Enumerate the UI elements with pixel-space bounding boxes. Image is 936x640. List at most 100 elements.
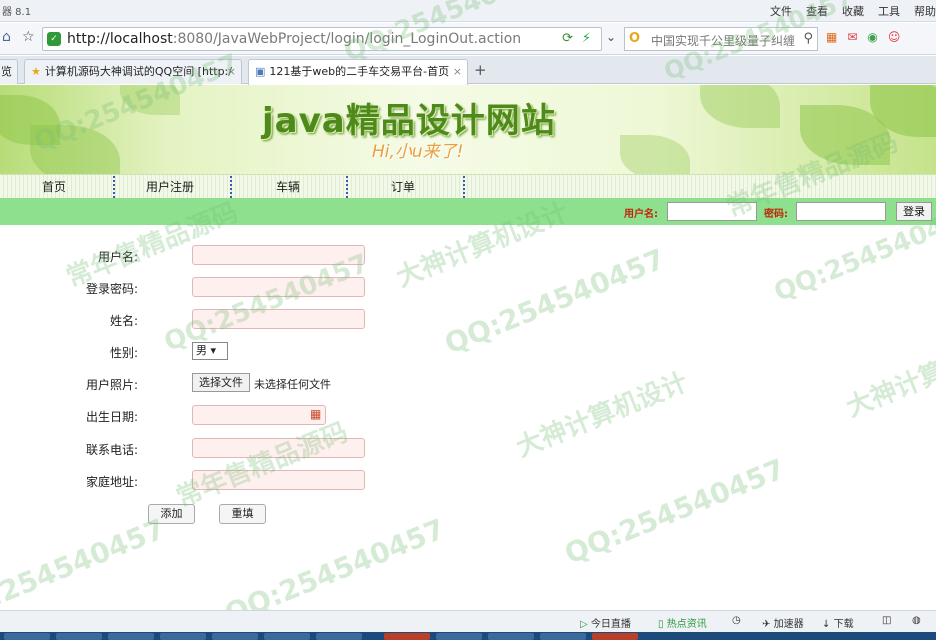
rocket-icon: ✈ bbox=[762, 619, 771, 630]
search-text: 中国实现千公里级量子纠缠 bbox=[651, 34, 796, 48]
nav-divider bbox=[463, 176, 465, 198]
phone-icon: ▯ bbox=[658, 619, 664, 630]
news-link[interactable]: ▯ 热点资讯 bbox=[658, 615, 707, 630]
phone-input[interactable] bbox=[192, 438, 365, 458]
login-username-label: 用户名: bbox=[624, 209, 658, 220]
taskbar-item[interactable] bbox=[56, 633, 102, 640]
add-button[interactable]: 添加 bbox=[148, 504, 195, 524]
play-icon: ▷ bbox=[580, 619, 588, 630]
nav-vehicles[interactable]: 车辆 bbox=[230, 178, 346, 195]
search-engine-icon[interactable]: O bbox=[629, 31, 640, 46]
site-title: java精品设计网站 bbox=[262, 101, 556, 141]
calendar-icon[interactable]: ▦ bbox=[310, 407, 321, 421]
birthday-label: 出生日期: bbox=[85, 410, 138, 424]
browser-titlebar: 器 8.1 文件 查看 收藏 工具 帮助 bbox=[0, 0, 936, 22]
url-text: http://localhost:8080/JavaWebProject/log… bbox=[67, 31, 522, 47]
taskbar-item[interactable] bbox=[4, 633, 50, 640]
name-input[interactable] bbox=[192, 309, 365, 329]
name-label: 姓名: bbox=[109, 314, 138, 328]
os-taskbar bbox=[0, 632, 936, 640]
live-link[interactable]: ▷ 今日直播 bbox=[580, 615, 631, 630]
search-icon[interactable]: ⚲ bbox=[803, 31, 813, 46]
nav-home[interactable]: 首页 bbox=[0, 178, 112, 195]
browser-menu: 文件 查看 收藏 工具 帮助 bbox=[770, 3, 936, 19]
taskbar-item[interactable] bbox=[264, 633, 310, 640]
form-row-username: 用户名: bbox=[0, 245, 600, 267]
taskbar-item[interactable] bbox=[160, 633, 206, 640]
tab-previous[interactable]: 览 bbox=[0, 59, 18, 84]
window-icon[interactable]: ◫ bbox=[882, 615, 891, 626]
search-field[interactable]: O 中国实现千公里级量子纠缠 ⚲ bbox=[624, 27, 818, 51]
taskbar-item[interactable] bbox=[108, 633, 154, 640]
username-input[interactable] bbox=[192, 245, 365, 265]
birthday-input[interactable] bbox=[192, 405, 326, 425]
mail-icon[interactable]: ✉ bbox=[847, 30, 857, 44]
form-row-photo: 用户照片: 选择文件 未选择任何文件 bbox=[0, 373, 600, 395]
toolbar-icons: ▦ ✉ ◉ ☺ bbox=[826, 30, 900, 44]
apps-icon[interactable]: ▦ bbox=[826, 30, 837, 44]
form-row-birthday: 出生日期: ▦ bbox=[0, 405, 600, 427]
password-input[interactable] bbox=[192, 277, 365, 297]
nav-orders[interactable]: 订单 bbox=[345, 178, 461, 195]
site-banner: java精品设计网站 Hi,小u来了! bbox=[0, 85, 936, 174]
taskbar-item[interactable] bbox=[592, 633, 638, 640]
tab-qq-space[interactable]: ★ 计算机源码大神调试的QQ空间 [http:/ × bbox=[24, 59, 242, 84]
menu-help[interactable]: 帮助 bbox=[914, 3, 936, 19]
login-bar: 用户名: 密码: 登录 bbox=[0, 198, 936, 225]
menu-tools[interactable]: 工具 bbox=[878, 3, 900, 19]
form-row-gender: 性别: 男 ▾ bbox=[0, 341, 600, 363]
taskbar-item[interactable] bbox=[316, 633, 362, 640]
home-icon[interactable]: ⌂ bbox=[2, 29, 11, 45]
close-icon[interactable]: × bbox=[227, 60, 236, 83]
login-button[interactable]: 登录 bbox=[896, 202, 932, 221]
menu-favorites[interactable]: 收藏 bbox=[842, 3, 864, 19]
chevron-down-icon[interactable]: ⌄ bbox=[606, 30, 616, 44]
bolt-icon[interactable]: ⚡ bbox=[582, 31, 591, 46]
phone-label: 联系电话: bbox=[85, 443, 138, 457]
user-icon[interactable]: ☺ bbox=[888, 30, 901, 44]
site-slogan: Hi,小u来了! bbox=[372, 142, 464, 162]
file-status: 未选择任何文件 bbox=[254, 378, 331, 391]
form-row-name: 姓名: bbox=[0, 309, 600, 331]
menu-view[interactable]: 查看 bbox=[806, 3, 828, 19]
taskbar-item[interactable] bbox=[384, 633, 430, 640]
username-label: 用户名: bbox=[97, 250, 138, 264]
close-icon[interactable]: × bbox=[453, 60, 462, 83]
watermark: 大神计算机设计 bbox=[842, 327, 936, 424]
download-icon: ↓ bbox=[822, 619, 831, 630]
download-link[interactable]: ↓ 下载 bbox=[822, 615, 854, 630]
star-icon[interactable]: ☆ bbox=[22, 29, 35, 45]
taskbar-item[interactable] bbox=[540, 633, 586, 640]
form-row-password: 登录密码: bbox=[0, 277, 600, 299]
taskbar-item[interactable] bbox=[212, 633, 258, 640]
reset-button[interactable]: 重填 bbox=[219, 504, 266, 524]
password-label: 登录密码: bbox=[85, 282, 138, 296]
nav-register[interactable]: 用户注册 bbox=[112, 178, 228, 195]
login-password-input[interactable] bbox=[796, 202, 886, 221]
gender-select[interactable]: 男 ▾ bbox=[192, 342, 228, 360]
form-row-phone: 联系电话: bbox=[0, 438, 600, 460]
refresh-icon[interactable]: ⟳ bbox=[562, 31, 573, 46]
url-field[interactable]: ✓ http://localhost:8080/JavaWebProject/l… bbox=[42, 27, 602, 51]
tab-bar: 览 ★ 计算机源码大神调试的QQ空间 [http:/ × ▣ 121基于web的二手… bbox=[0, 56, 936, 85]
form-row-address: 家庭地址: bbox=[0, 470, 600, 492]
status-bar: ▷ 今日直播 ▯ 热点资讯 ◷ ✈ 加速器 ↓ 下载 ◫ ◍ bbox=[0, 610, 936, 632]
globe-icon[interactable]: ◍ bbox=[912, 615, 921, 626]
shield-icon: ✓ bbox=[47, 32, 61, 46]
page-icon: ▣ bbox=[255, 65, 266, 78]
menu-file[interactable]: 文件 bbox=[770, 3, 792, 19]
new-tab-icon[interactable]: + bbox=[474, 61, 487, 79]
taskbar-item[interactable] bbox=[436, 633, 482, 640]
history-icon[interactable]: ◷ bbox=[732, 615, 741, 626]
tab-home-page[interactable]: ▣ 121基于web的二手车交易平台-首页 × bbox=[248, 59, 468, 85]
address-input[interactable] bbox=[192, 470, 365, 490]
choose-file-button[interactable]: 选择文件 bbox=[192, 373, 250, 392]
safe-icon[interactable]: ◉ bbox=[867, 30, 877, 44]
taskbar-item[interactable] bbox=[488, 633, 534, 640]
login-username-input[interactable] bbox=[667, 202, 757, 221]
star-icon: ★ bbox=[31, 65, 41, 78]
address-bar: ⌂ ☆ ✓ http://localhost:8080/JavaWebProje… bbox=[0, 23, 936, 55]
login-password-label: 密码: bbox=[764, 209, 788, 220]
accelerator-link[interactable]: ✈ 加速器 bbox=[762, 615, 804, 630]
browser-app-title: 器 8.1 bbox=[2, 7, 32, 18]
